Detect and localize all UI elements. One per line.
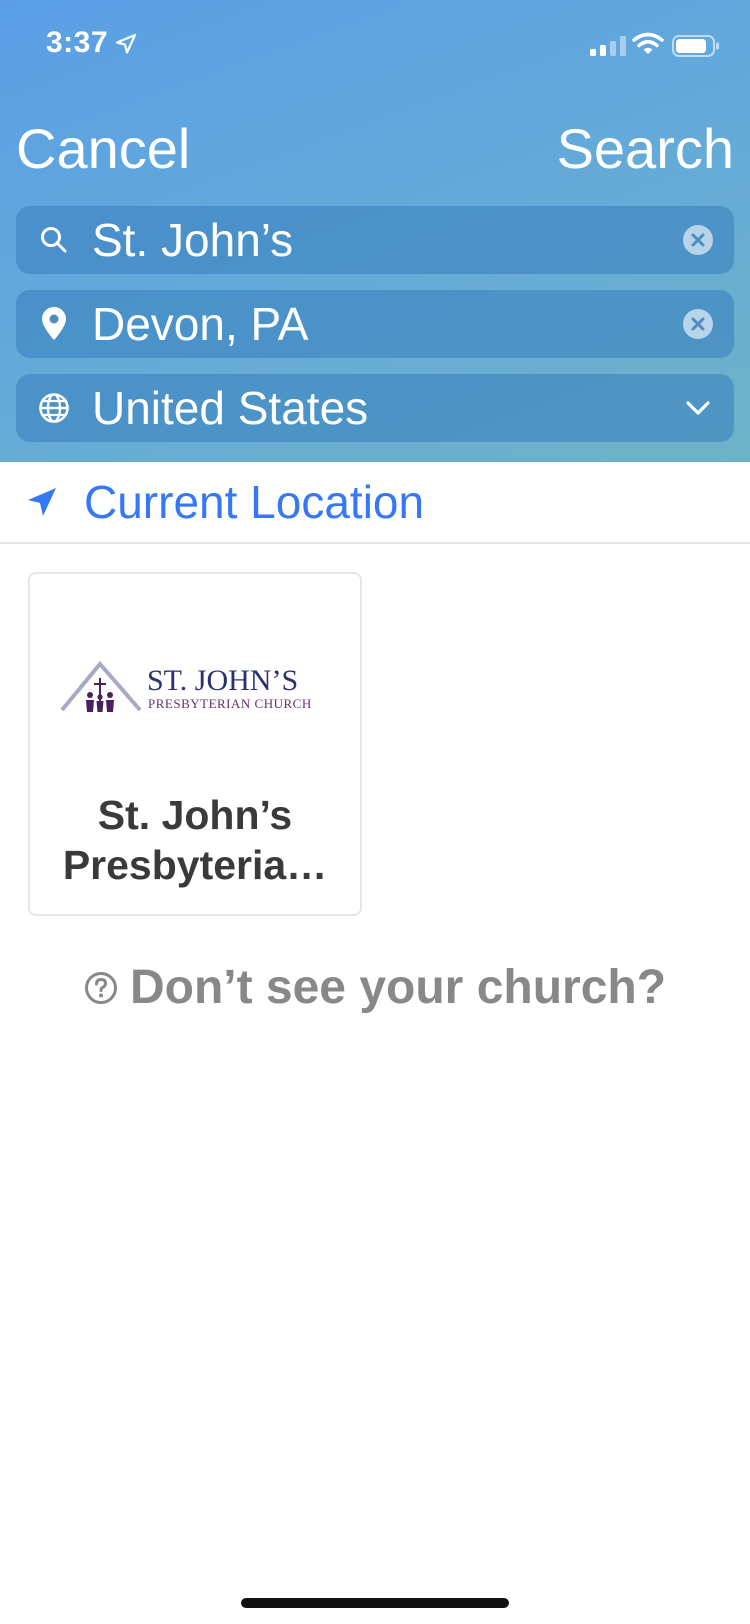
search-button[interactable]: Search: [557, 116, 734, 181]
svg-text:ST. JOHN’S: ST. JOHN’S: [147, 664, 298, 697]
map-pin-icon: [16, 290, 92, 358]
status-bar: 3:37: [0, 0, 750, 90]
church-name-field[interactable]: St. John’s: [16, 206, 734, 274]
question-circle-icon: [84, 971, 117, 1004]
church-result-title: St. John’s Presbyteria…: [62, 792, 328, 888]
dont-see-church-label: Don’t see your church?: [129, 961, 667, 1014]
home-indicator[interactable]: [241, 1598, 509, 1608]
cellular-signal-icon: [590, 36, 626, 56]
country-value: United States: [92, 382, 369, 434]
svg-text:PRESBYTERIAN CHURCH: PRESBYTERIAN CHURCH: [148, 696, 312, 711]
location-arrow-icon: [0, 461, 84, 543]
search-header: 3:37 Cancel Search St. John’s Devon, PA …: [0, 0, 750, 462]
location-value: Devon, PA: [92, 298, 309, 350]
church-result-card[interactable]: ST. JOHN’S PRESBYTERIAN CHURCH St. John’…: [28, 572, 362, 916]
globe-icon: [16, 374, 92, 442]
clear-icon: [683, 225, 713, 255]
dont-see-church-link[interactable]: Don’t see your church?: [0, 960, 750, 1015]
church-logo: ST. JOHN’S PRESBYTERIAN CHURCH: [60, 660, 312, 712]
clear-icon: [683, 309, 713, 339]
location-services-icon: [115, 33, 137, 54]
current-location-label: Current Location: [84, 476, 425, 528]
country-select[interactable]: United States: [16, 374, 734, 442]
location-field[interactable]: Devon, PA: [16, 290, 734, 358]
current-location-button[interactable]: Current Location: [0, 462, 750, 544]
wifi-icon: [632, 32, 664, 54]
cancel-button[interactable]: Cancel: [16, 116, 190, 181]
status-time: 3:37: [46, 26, 109, 59]
battery-icon: [672, 35, 719, 57]
church-name-value: St. John’s: [92, 214, 294, 266]
clear-name-button[interactable]: [662, 206, 734, 274]
clear-location-button[interactable]: [662, 290, 734, 358]
chevron-down-icon: [662, 374, 734, 442]
search-icon: [16, 206, 92, 274]
